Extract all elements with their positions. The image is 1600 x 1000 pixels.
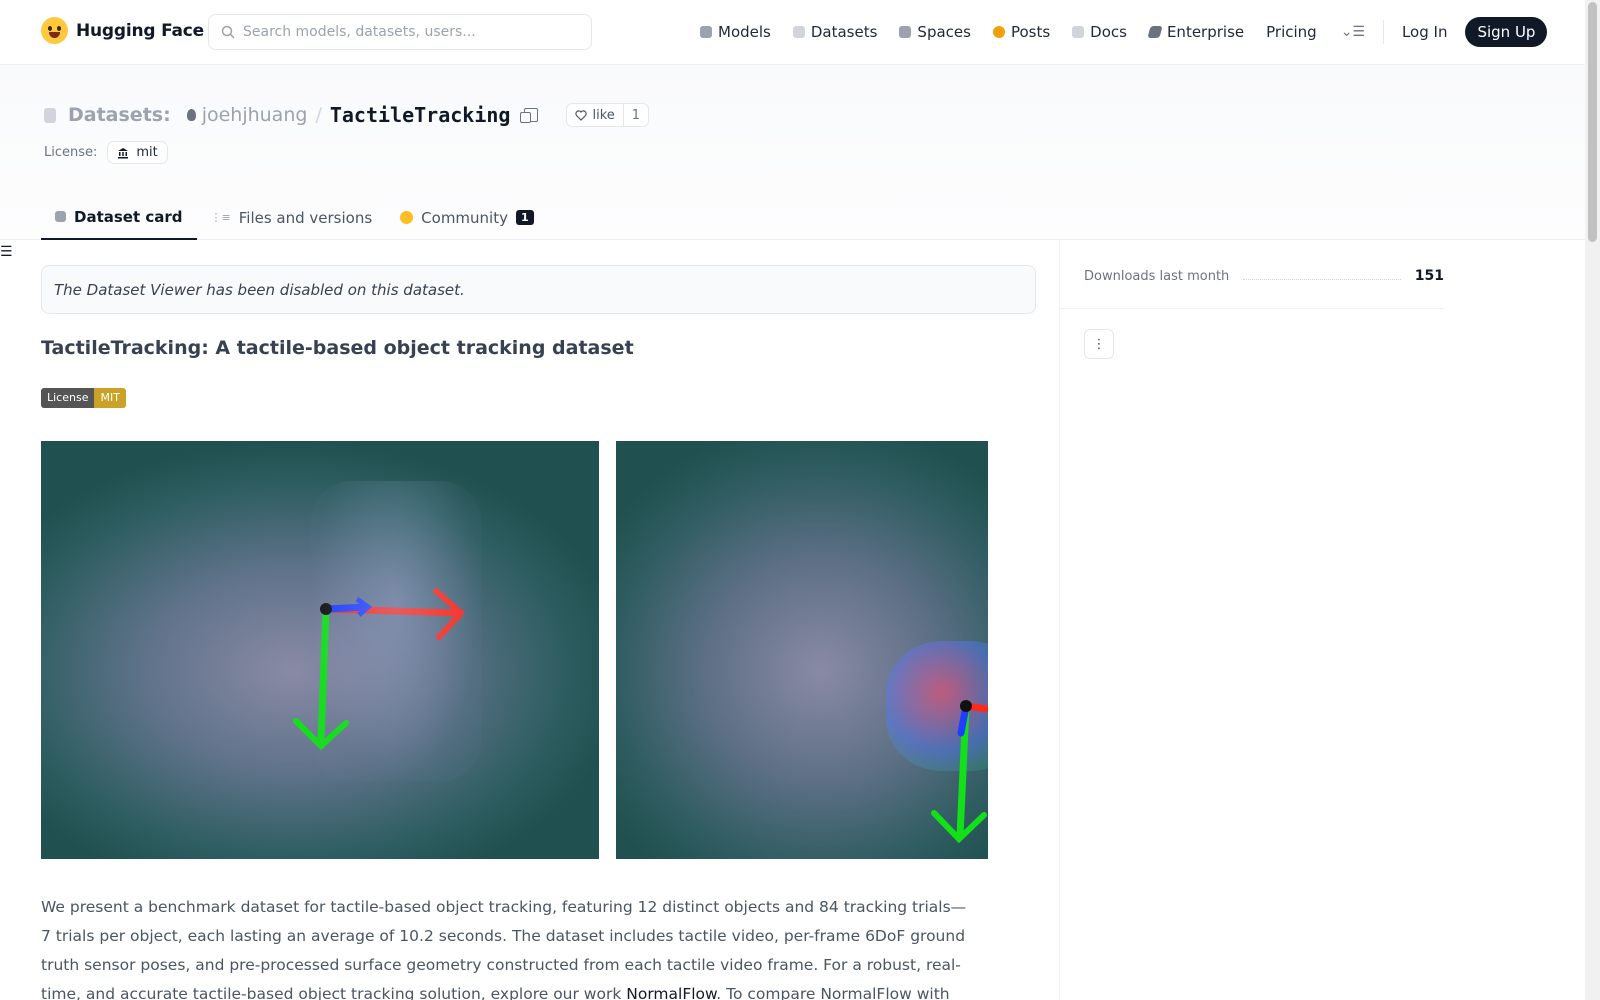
tactile-image-2 <box>616 441 988 859</box>
viewer-disabled-note: The Dataset Viewer has been disabled on … <box>41 265 1036 314</box>
dataset-card-icon <box>55 211 66 222</box>
downloads-label: Downloads last month <box>1084 268 1230 284</box>
nav-models[interactable]: Models <box>700 23 771 41</box>
community-count-badge: 1 <box>516 210 534 225</box>
nav-enterprise[interactable]: Enterprise <box>1147 23 1245 41</box>
tab-files-and-versions[interactable]: ⋮≡ Files and versions <box>197 195 387 240</box>
path-separator: / <box>315 104 322 126</box>
search-input[interactable] <box>243 24 563 40</box>
more-menu-icon[interactable]: ⌄☰ <box>1341 24 1365 40</box>
nav-posts[interactable]: Posts <box>992 23 1051 41</box>
sidebar-divider <box>1059 240 1060 1000</box>
copy-icon[interactable] <box>520 108 539 123</box>
datasets-icon <box>792 26 805 38</box>
tab-dataset-card[interactable]: Dataset card <box>41 195 197 240</box>
nav-spaces[interactable]: Spaces <box>899 23 971 41</box>
license-badge[interactable]: License MIT <box>41 388 126 408</box>
nav-docs-label: Docs <box>1090 23 1127 41</box>
repo-title-row: Datasets: joehjhuang / TactileTracking l… <box>44 103 650 127</box>
nav-datasets-label: Datasets <box>810 23 878 41</box>
docs-icon <box>1072 26 1085 38</box>
dotted-leader <box>1243 272 1401 280</box>
license-chip[interactable]: mit <box>107 141 168 164</box>
nav-posts-label: Posts <box>1010 23 1051 41</box>
license-row: License: mit <box>44 141 168 164</box>
search-icon <box>221 25 235 39</box>
top-navbar: Hugging Face Models Datasets Spaces Post… <box>0 0 1585 65</box>
page-scrollbar[interactable] <box>1585 0 1600 1000</box>
license-value: mit <box>136 145 158 160</box>
like-label: like <box>592 107 615 123</box>
bank-icon <box>118 147 129 158</box>
tactile-images <box>41 441 988 859</box>
repo-header: Datasets: joehjhuang / TactileTracking l… <box>0 65 1585 240</box>
repo-owner-link[interactable]: joehjhuang <box>202 104 308 126</box>
tab-dataset-card-label: Dataset card <box>74 207 183 226</box>
nav-spaces-label: Spaces <box>917 23 971 41</box>
nav-datasets[interactable]: Datasets <box>792 23 878 41</box>
brand-name: Hugging Face <box>76 20 204 41</box>
spaces-icon <box>899 26 912 38</box>
nav-enterprise-label: Enterprise <box>1166 23 1245 41</box>
more-options-icon[interactable]: ⋮ <box>1084 329 1114 359</box>
models-icon <box>700 26 712 38</box>
license-label: License: <box>44 145 98 160</box>
nav-divider <box>1382 20 1384 44</box>
community-icon <box>400 211 414 224</box>
nav-pricing-label: Pricing <box>1266 23 1317 41</box>
dataset-icon <box>44 107 56 123</box>
heart-icon <box>575 109 588 121</box>
nav-docs[interactable]: Docs <box>1072 23 1127 41</box>
nav-pricing[interactable]: Pricing <box>1266 23 1317 41</box>
tab-community[interactable]: Community 1 <box>386 195 547 240</box>
card-title: TactileTracking: A tactile-based object … <box>41 337 634 359</box>
repo-tabs: Dataset card ⋮≡ Files and versions Commu… <box>41 195 548 240</box>
tab-files-label: Files and versions <box>238 208 373 227</box>
downloads-row: Downloads last month 151 <box>1084 266 1444 286</box>
posts-icon <box>992 26 1005 38</box>
like-widget: like 1 <box>566 103 650 127</box>
nav-models-label: Models <box>718 23 771 41</box>
nav-links: Models Datasets Spaces Posts Docs Enterp… <box>700 17 1548 47</box>
scrollbar-thumb[interactable] <box>1588 2 1597 242</box>
pose-axes-1 <box>293 588 466 751</box>
downloads-value: 151 <box>1414 268 1444 284</box>
tactile-image-1 <box>41 441 599 859</box>
hugging-face-logo-icon <box>41 17 68 44</box>
search-box[interactable] <box>208 14 592 50</box>
normalflow-link[interactable]: NormalFlow <box>626 985 716 1000</box>
repo-name[interactable]: TactileTracking <box>330 103 511 127</box>
owner-avatar <box>186 109 196 121</box>
like-button[interactable]: like <box>567 104 624 126</box>
files-icon: ⋮≡ <box>210 211 231 224</box>
pose-axes-2 <box>931 700 988 844</box>
tab-community-label: Community <box>421 208 508 227</box>
signup-button[interactable]: Sign Up <box>1465 17 1548 47</box>
enterprise-icon <box>1147 26 1163 38</box>
repo-type-label[interactable]: Datasets: <box>68 104 171 126</box>
sidebar-separator <box>1060 308 1444 309</box>
dataset-card: The Dataset Viewer has been disabled on … <box>41 240 1036 1000</box>
toc-toggle-icon[interactable]: ☰ <box>0 244 13 260</box>
brand-link[interactable]: Hugging Face <box>41 17 204 44</box>
like-count[interactable]: 1 <box>624 108 648 123</box>
license-badge-left: License <box>41 388 95 408</box>
login-link[interactable]: Log In <box>1402 23 1448 41</box>
dataset-description: We present a benchmark dataset for tacti… <box>41 893 976 1000</box>
license-badge-right: MIT <box>94 388 126 408</box>
